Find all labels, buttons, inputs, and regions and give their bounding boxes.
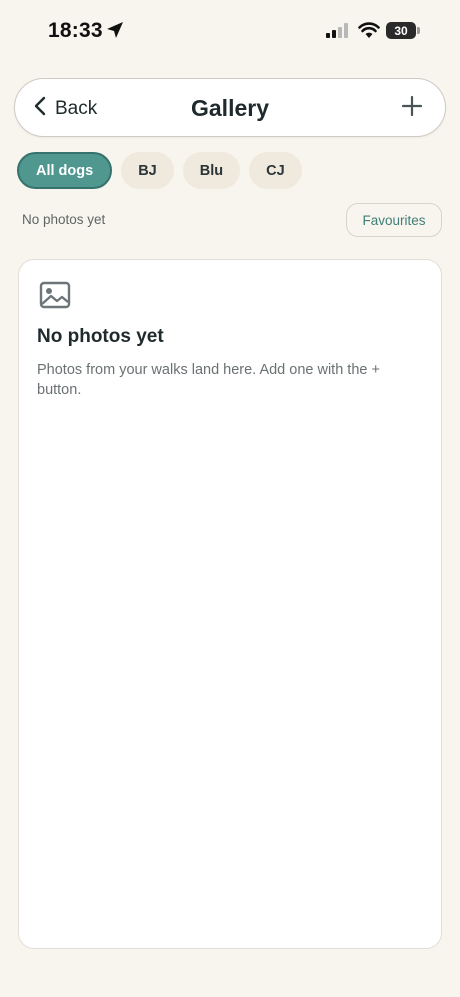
location-arrow-icon [106,21,124,44]
favourites-button[interactable]: Favourites [346,203,442,237]
chip-bj[interactable]: BJ [121,152,174,189]
dog-filter-chips: All dogs BJ Blu CJ [17,152,302,189]
wifi-icon [358,21,380,44]
status-time: 18:33 [48,19,103,42]
battery-tip [417,27,420,34]
photo-count-text: No photos yet [22,212,106,227]
chip-cj[interactable]: CJ [249,152,302,189]
header-bar: Back Gallery [14,78,446,137]
image-icon [39,281,71,314]
empty-state-title: No photos yet [37,326,164,347]
status-bar: 18:33 30 [0,0,460,62]
back-button[interactable]: Back [33,79,97,138]
back-label: Back [55,97,98,119]
battery-icon: 30 [386,22,416,39]
plus-icon [401,95,423,122]
add-photo-button[interactable] [397,93,427,123]
cellular-signal-icon [326,23,350,43]
chevron-left-icon [33,96,47,122]
empty-state-description: Photos from your walks land here. Add on… [37,362,380,398]
chip-blu[interactable]: Blu [182,152,241,189]
chip-all-dogs[interactable]: All dogs [17,152,113,189]
empty-state-card: No photos yet Photos from your walks lan… [18,259,442,949]
